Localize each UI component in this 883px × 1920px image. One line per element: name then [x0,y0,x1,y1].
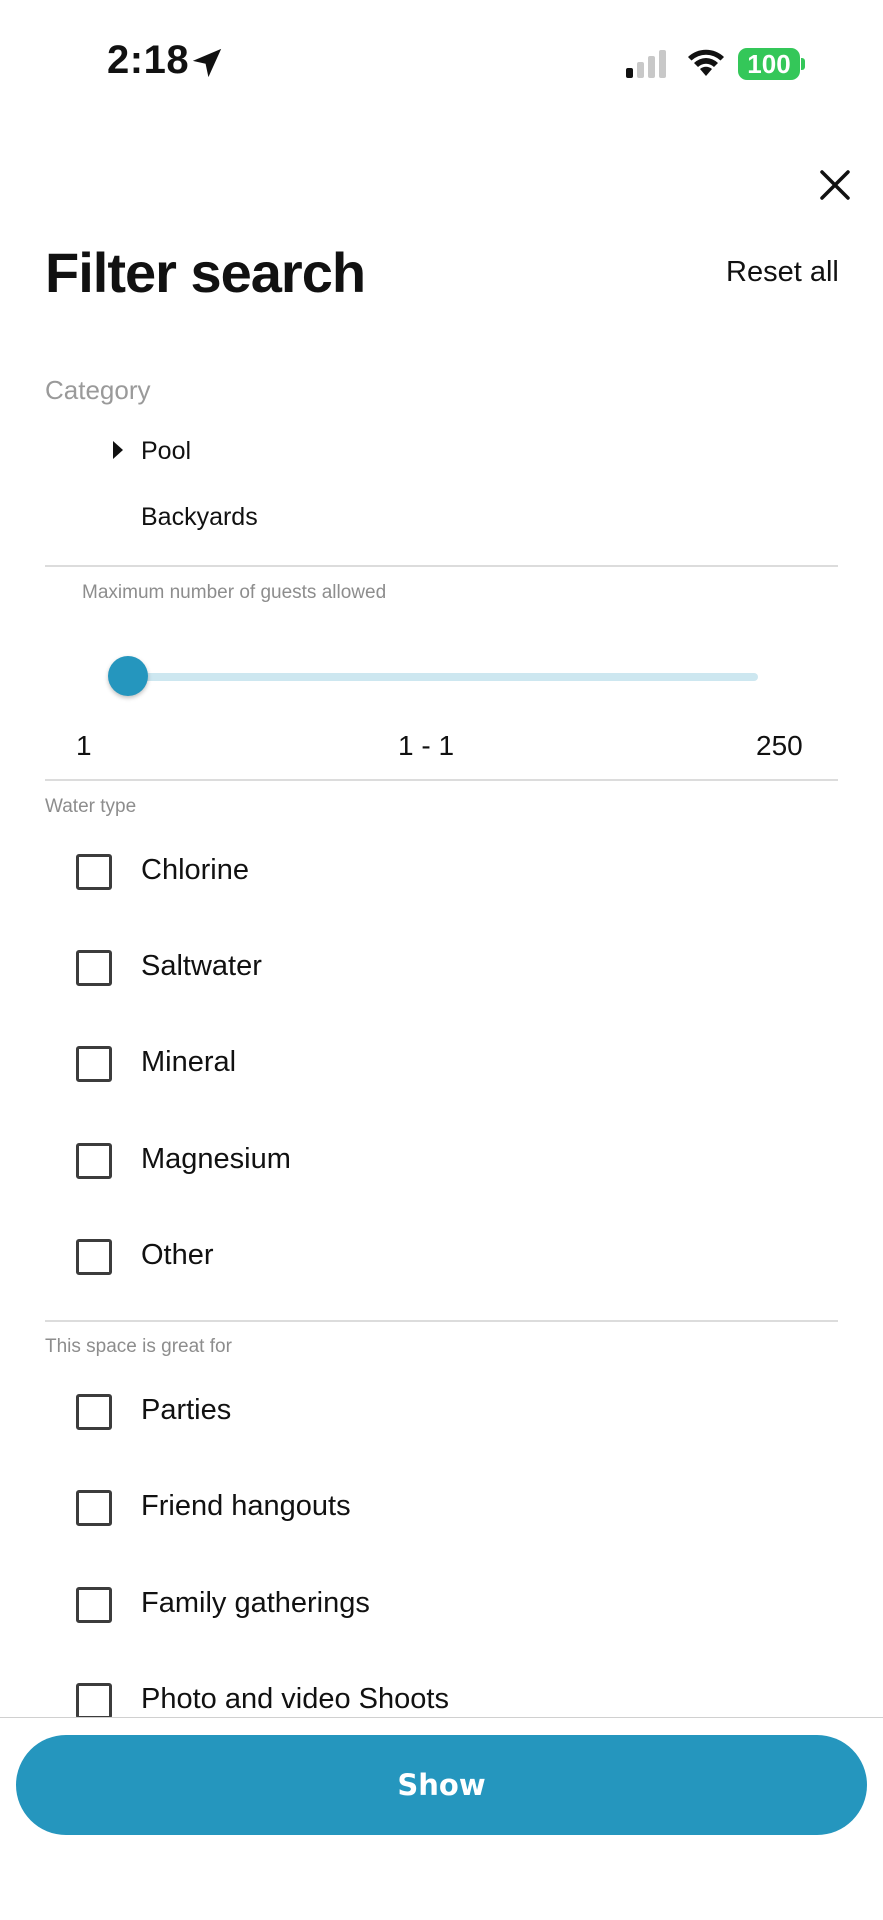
location-arrow-icon [192,48,222,78]
divider [45,1320,838,1322]
checkbox-other[interactable] [76,1239,112,1275]
guests-slider-thumb[interactable] [108,656,148,696]
great-for-label: This space is great for [45,1336,232,1357]
guests-label: Maximum number of guests allowed [82,582,387,603]
caret-right-icon[interactable] [113,441,123,459]
checkbox-family-gatherings[interactable] [76,1587,112,1623]
option-label-other[interactable]: Other [141,1239,214,1272]
show-button-label: Show [397,1768,486,1802]
option-label-family-gatherings[interactable]: Family gatherings [141,1587,370,1620]
category-item-pool[interactable]: Pool [141,437,191,466]
category-label: Category [45,375,151,405]
checkbox-mineral[interactable] [76,1046,112,1082]
checkbox-chlorine[interactable] [76,854,112,890]
option-label-photo-video-shoots[interactable]: Photo and video Shoots [141,1683,449,1716]
guests-min-value: 1 [76,730,92,761]
guests-range-value: 1 - 1 [398,730,455,761]
option-label-friend-hangouts[interactable]: Friend hangouts [141,1490,351,1523]
checkbox-magnesium[interactable] [76,1143,112,1179]
guests-slider-track[interactable] [128,673,758,681]
option-label-chlorine[interactable]: Chlorine [141,854,249,887]
checkbox-parties[interactable] [76,1394,112,1430]
footer-divider [0,1717,883,1718]
battery-indicator: 100 [738,48,800,80]
wifi-icon [688,49,724,76]
water-type-label: Water type [45,796,137,817]
option-label-magnesium[interactable]: Magnesium [141,1143,291,1176]
show-button[interactable]: Show [16,1735,867,1835]
checkbox-saltwater[interactable] [76,950,112,986]
divider [45,779,838,781]
checkbox-friend-hangouts[interactable] [76,1490,112,1526]
category-item-backyards[interactable]: Backyards [141,503,258,532]
divider [45,565,838,567]
page-title: Filter search [45,241,366,304]
option-label-mineral[interactable]: Mineral [141,1046,236,1079]
cellular-signal-icon [626,50,666,78]
reset-all-button[interactable]: Reset all [726,256,839,289]
battery-nub [801,58,805,70]
guests-max-value: 250 [756,730,803,761]
option-label-parties[interactable]: Parties [141,1394,231,1427]
checkbox-photo-video-shoots[interactable] [76,1683,112,1719]
status-time: 2:18 [107,38,190,82]
option-label-saltwater[interactable]: Saltwater [141,950,262,983]
close-icon[interactable] [810,160,860,210]
